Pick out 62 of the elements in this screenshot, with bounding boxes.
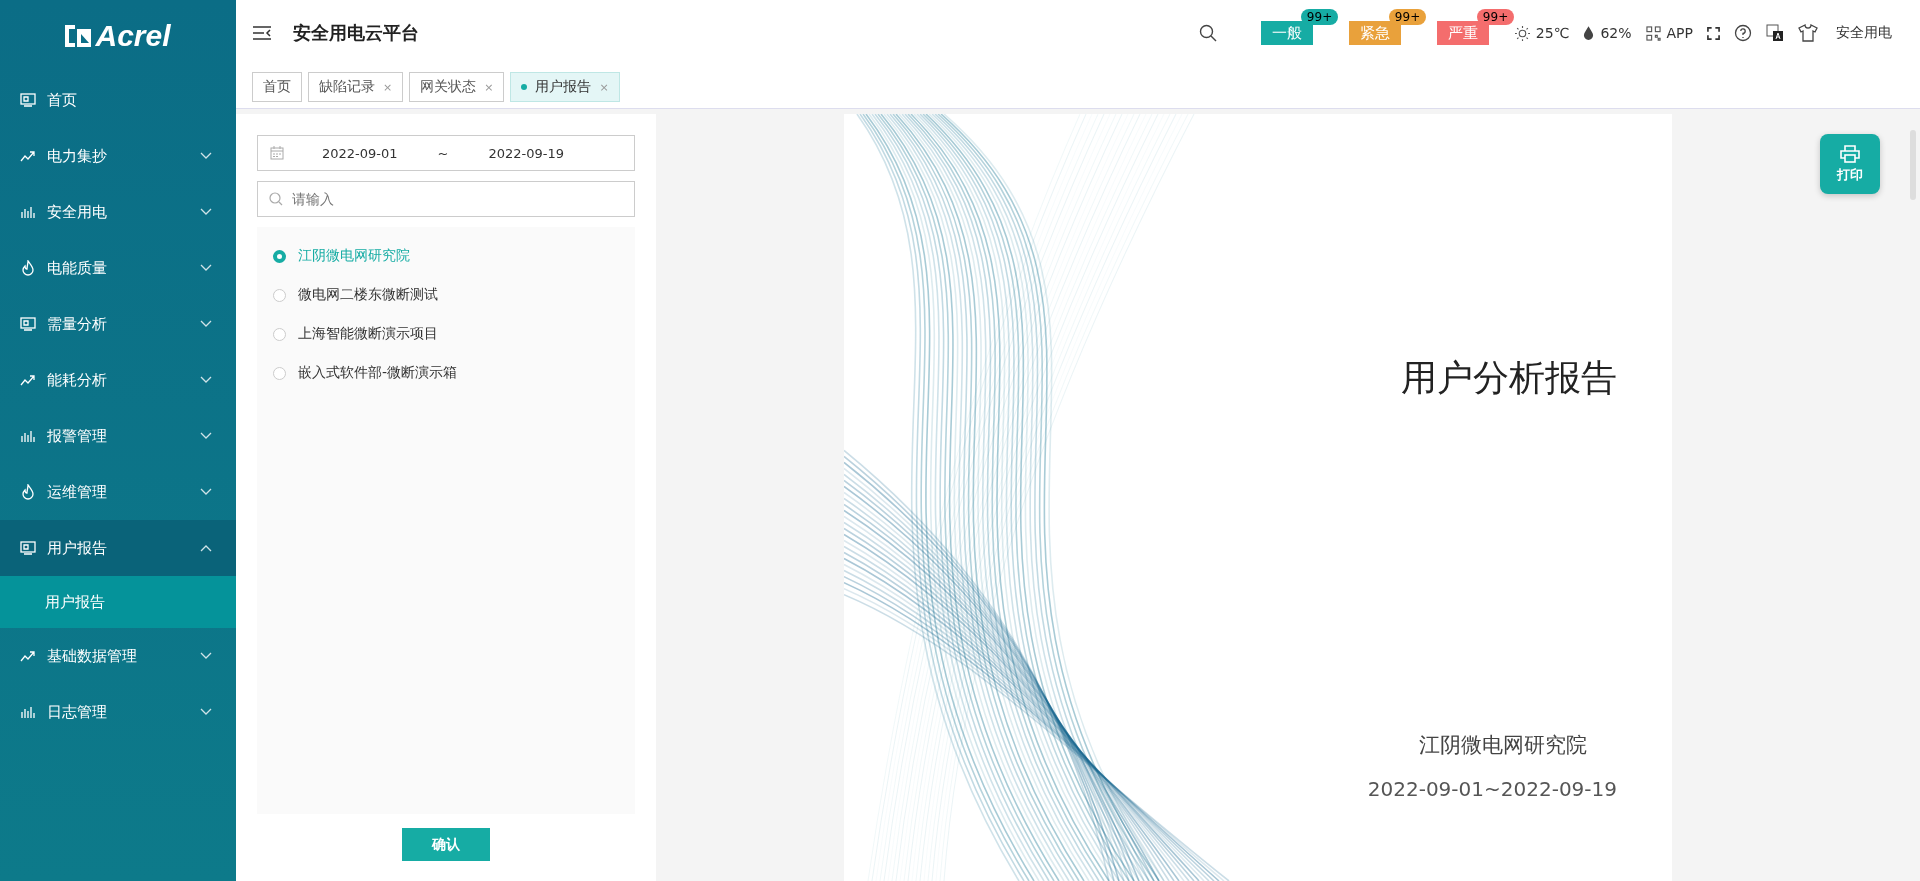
user-name[interactable]: 安全用电 [1836,24,1892,42]
count-badge: 99+ [1300,9,1339,25]
tab[interactable]: 缺陷记录 × [308,72,404,102]
sidebar-item[interactable]: 电能质量 [0,240,236,296]
droplet-icon [1583,25,1595,41]
logo-icon [65,25,92,47]
chevron-icon [200,488,212,496]
sidebar-item[interactable]: 能耗分析 [0,352,236,408]
search-icon[interactable] [1198,24,1217,42]
tab[interactable]: 用户报告 × [510,72,620,102]
sidebar-subitem[interactable]: 用户报告 [0,576,236,628]
alert-button[interactable]: 一般 [1260,21,1313,45]
alert-button[interactable]: 严重 [1436,21,1489,45]
chevron-icon [200,320,212,328]
search-field[interactable]: 请输入 [257,181,635,217]
count-badge: 99+ [1476,9,1515,25]
sidebar-item[interactable]: 安全用电 [0,184,236,240]
tab[interactable]: 首页 [252,72,302,102]
sidebar-item[interactable]: 用户报告 [0,520,236,576]
app-title: 安全用电云平台 [293,21,419,45]
report-organization: 江阴微电网研究院 [1419,732,1587,759]
help-icon[interactable] [1734,24,1752,42]
close-button[interactable]: × [484,80,494,94]
logo-text: Acrel [95,19,171,53]
sidebar-item[interactable]: 报警管理 [0,408,236,464]
close-button[interactable]: × [383,80,393,94]
chevron-icon [200,708,212,716]
active-dot-icon [521,84,528,90]
chevron-icon [200,432,212,440]
report-period: 2022-09-01~2022-09-19 [1367,777,1617,801]
chevron-icon [200,544,212,552]
project-radio[interactable]: 嵌入式软件部-微断演示箱 [273,364,619,382]
chevron-icon [200,152,212,160]
sidebar-item[interactable]: 需量分析 [0,296,236,352]
report-title: 用户分析报告 [1401,356,1617,400]
chevron-icon [200,264,212,272]
humidity-text: 62% [1600,25,1632,41]
project-radio[interactable]: 上海智能微断演示项目 [273,325,619,343]
sidebar-item[interactable]: 首页 [0,72,236,128]
sidebar-item[interactable]: 基础数据管理 [0,628,236,684]
translate-icon[interactable] [1766,24,1784,42]
chevron-icon [200,208,212,216]
calendar-icon [270,146,284,160]
chevron-icon [200,652,212,660]
print-button[interactable]: 打印 [1820,134,1880,194]
search-icon [269,192,283,206]
qr-code-icon [1645,25,1661,41]
sidebar-item[interactable]: 日志管理 [0,684,236,740]
confirm-button[interactable]: 确认 [402,828,490,861]
sidebar-item[interactable]: 运维管理 [0,464,236,520]
printer-icon [1840,144,1860,163]
app-link[interactable]: APP [1666,25,1693,41]
date-range-field[interactable]: 2022-09-01 ~ 2022-09-19 [257,135,635,171]
count-badge: 99+ [1388,9,1427,25]
tab[interactable]: 网关状态 × [409,72,505,102]
shirt-icon[interactable] [1798,24,1818,42]
sun-icon [1514,25,1530,41]
temperature-text: 25℃ [1535,25,1570,41]
fullscreen-icon[interactable] [1707,26,1720,40]
project-radio[interactable]: 微电网二楼东微断测试 [273,286,619,304]
sidebar-item[interactable]: 电力集抄 [0,128,236,184]
chevron-icon [200,376,212,384]
